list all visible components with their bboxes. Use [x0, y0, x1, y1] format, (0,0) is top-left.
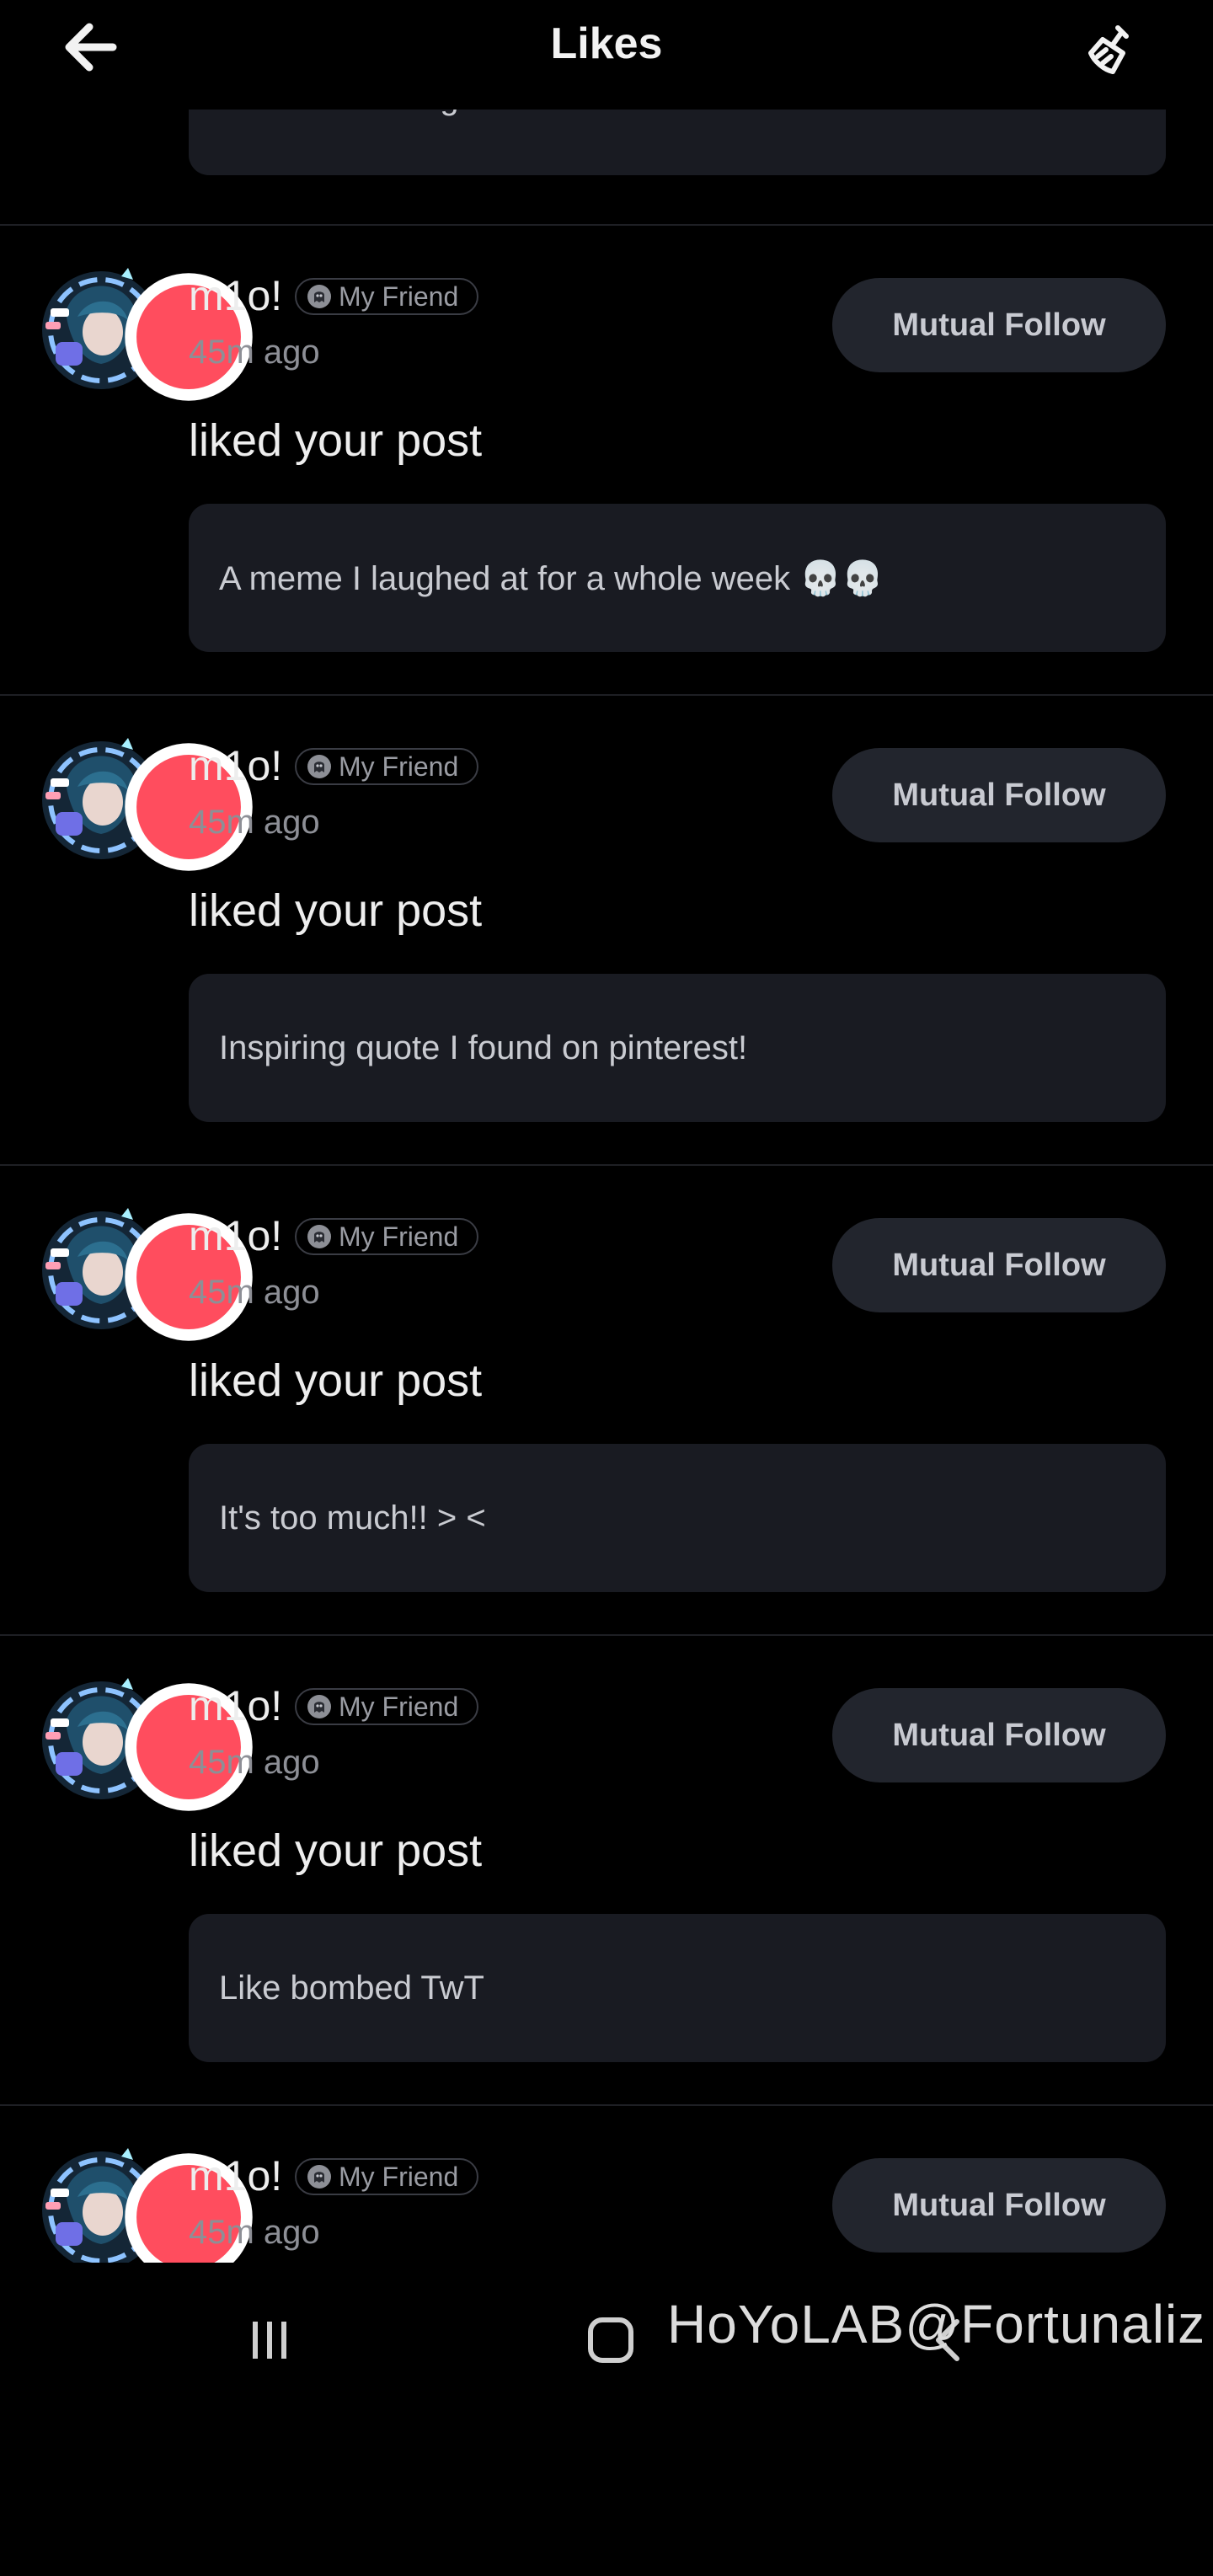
avatar[interactable]	[34, 1671, 253, 1811]
friend-badge: My Friend	[295, 2158, 479, 2195]
ghost-icon	[307, 1695, 331, 1718]
top-bar: Likes	[0, 0, 1213, 110]
clear-button[interactable]	[1071, 13, 1152, 88]
username[interactable]: m1o!	[189, 271, 282, 320]
divider	[0, 694, 1213, 696]
mutual-follow-button[interactable]: Mutual Follow	[832, 1688, 1166, 1782]
timestamp: 45m ago	[189, 1274, 320, 1311]
action-text: liked your post	[189, 885, 483, 936]
post-preview-card[interactable]: It's too much!! > <	[189, 1444, 1166, 1592]
home-icon	[588, 2317, 633, 2363]
badge-label: My Friend	[339, 281, 459, 312]
post-preview-card[interactable]: Like bombed TwT	[189, 1914, 1166, 2062]
badge-label: My Friend	[339, 1221, 459, 1252]
ghost-icon	[307, 755, 331, 778]
like-notification: m1o! My Friend 45m ago Mutual Follow lik…	[0, 697, 1213, 1166]
avatar[interactable]	[34, 2141, 253, 2281]
timestamp: 45m ago	[189, 2214, 320, 2251]
ghost-icon	[307, 285, 331, 308]
ghost-icon	[307, 2165, 331, 2189]
page-title: Likes	[550, 19, 663, 68]
system-nav-bar: HoYoLAB@Fortunaliz	[0, 2274, 1213, 2402]
action-text: liked your post	[189, 415, 483, 466]
action-text: liked your post	[189, 1355, 483, 1406]
username[interactable]: m1o!	[189, 2151, 282, 2200]
username[interactable]: m1o!	[189, 1211, 282, 1260]
avatar[interactable]	[34, 261, 253, 401]
like-notification: m1o! My Friend 45m ago Mutual Follow lik…	[0, 1638, 1213, 2106]
avatar[interactable]	[34, 731, 253, 871]
friend-badge: My Friend	[295, 1218, 479, 1255]
post-preview-text: Inspiring quote I found on pinterest!	[219, 1029, 748, 1066]
timestamp: 45m ago	[189, 804, 320, 841]
mutual-follow-button[interactable]: Mutual Follow	[832, 1218, 1166, 1312]
post-preview-text: It's too much!! > <	[219, 1499, 486, 1537]
watermark: HoYoLAB@Fortunaliz	[667, 2294, 1206, 2354]
home-button[interactable]	[573, 2306, 649, 2374]
like-notification: m1o! My Friend 45m ago Mutual Follow lik…	[0, 1168, 1213, 1636]
mutual-follow-button[interactable]: Mutual Follow	[832, 748, 1166, 842]
badge-label: My Friend	[339, 1691, 459, 1722]
ghost-icon	[307, 1225, 331, 1248]
divider	[0, 224, 1213, 226]
divider	[0, 1634, 1213, 1636]
post-preview-text: Like bombed TwT	[219, 1969, 484, 2007]
avatar[interactable]	[34, 1201, 253, 1341]
action-text: liked your post	[189, 1825, 483, 1876]
badge-label: My Friend	[339, 751, 459, 782]
friend-badge: My Friend	[295, 1688, 479, 1725]
username[interactable]: m1o!	[189, 1681, 282, 1730]
recent-apps-button[interactable]	[227, 2306, 312, 2374]
username[interactable]: m1o!	[189, 741, 282, 790]
timestamp: 45m ago	[189, 334, 320, 371]
divider	[0, 1164, 1213, 1166]
post-preview-text: A meme I laughed at for a whole week 💀💀	[219, 559, 884, 597]
mutual-follow-button[interactable]: Mutual Follow	[832, 278, 1166, 372]
friend-badge: My Friend	[295, 278, 479, 315]
like-notification: m1o! My Friend 45m ago Mutual Follow lik…	[0, 227, 1213, 696]
post-preview-card[interactable]: Inspiring quote I found on pinterest!	[189, 974, 1166, 1122]
friend-badge: My Friend	[295, 748, 479, 785]
recent-apps-icon	[253, 2322, 286, 2359]
timestamp: 45m ago	[189, 1744, 320, 1781]
broom-icon	[1088, 25, 1129, 74]
post-preview-card[interactable]: A meme I laughed at for a whole week 💀💀	[189, 504, 1166, 652]
mutual-follow-button[interactable]: Mutual Follow	[832, 2158, 1166, 2253]
divider	[0, 2104, 1213, 2106]
badge-label: My Friend	[339, 2161, 459, 2192]
